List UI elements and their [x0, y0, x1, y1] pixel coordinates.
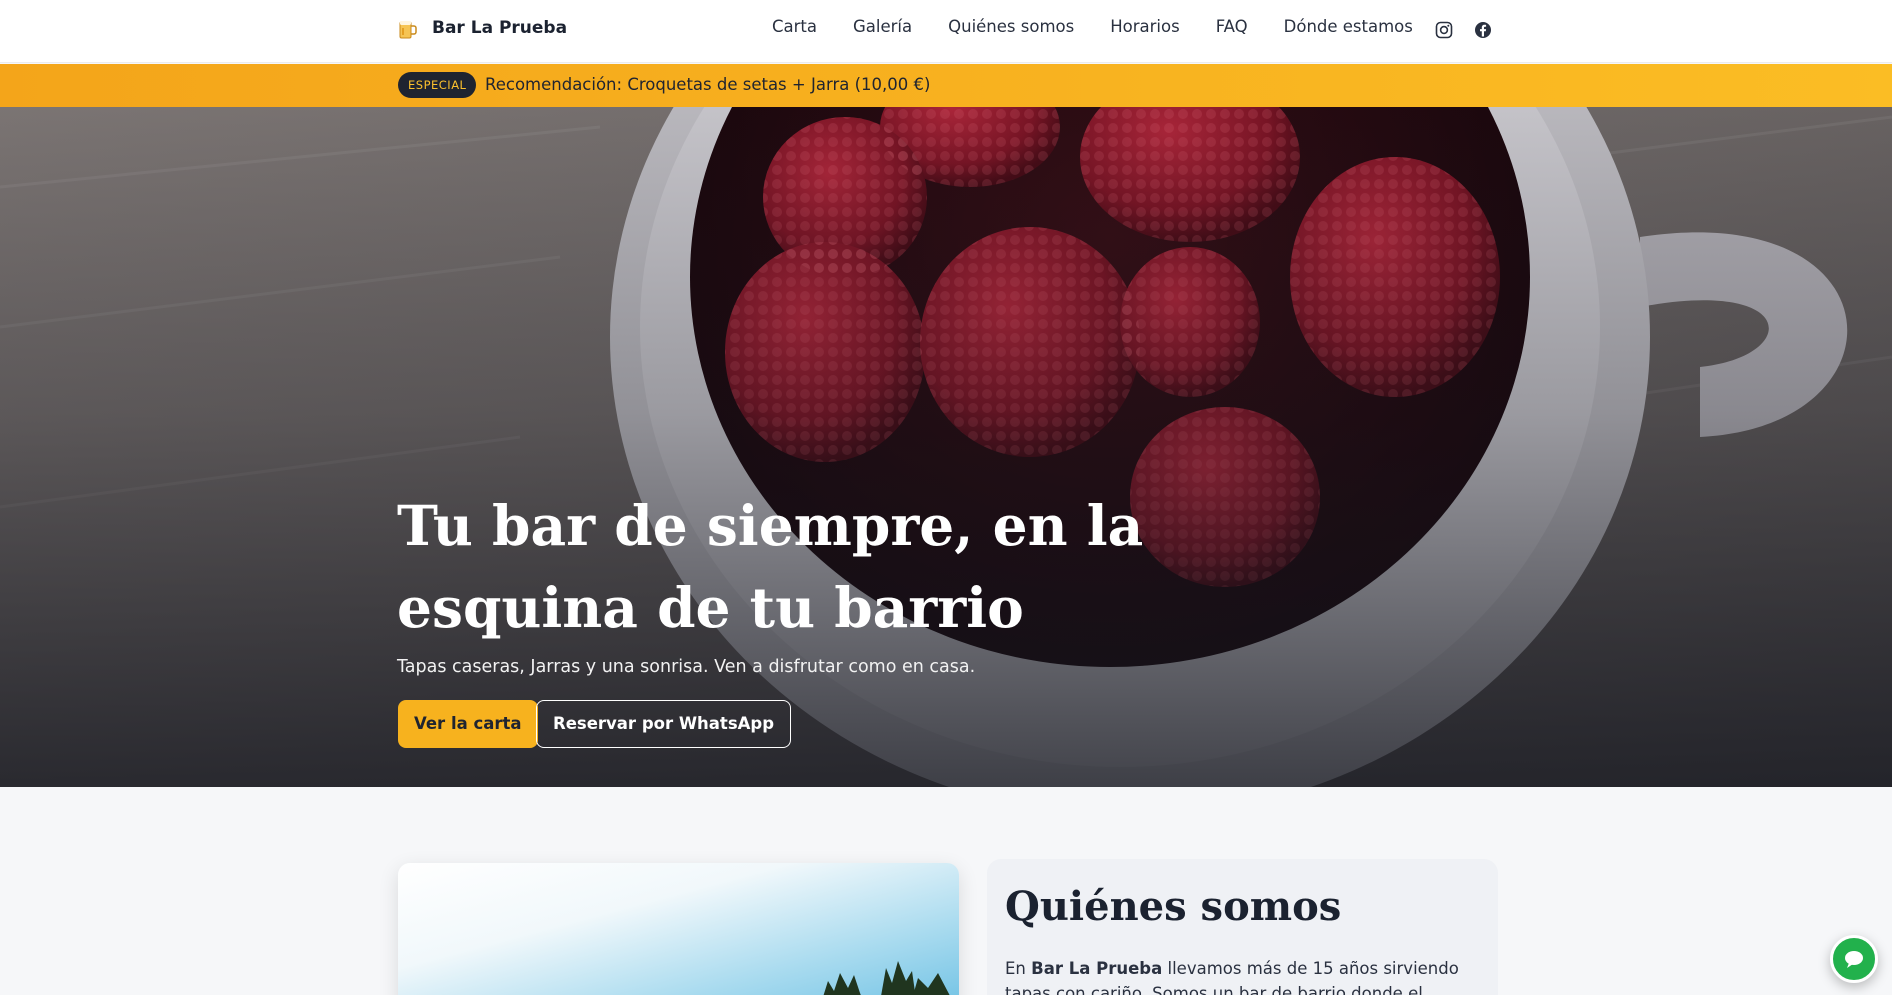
- hero-section: Tu bar de siempre, en la esquina de tu b…: [0, 107, 1892, 787]
- facebook-icon[interactable]: [1473, 20, 1493, 40]
- nav-link-donde-estamos[interactable]: Dónde estamos: [1284, 17, 1413, 36]
- promo-text: Recomendación: Croquetas de setas + Jarr…: [485, 75, 931, 94]
- brand[interactable]: Bar La Prueba: [398, 16, 567, 40]
- promo-bar: ESPECIAL Recomendación: Croquetas de set…: [0, 64, 1892, 107]
- ver-carta-button[interactable]: Ver la carta: [398, 700, 538, 748]
- reservar-whatsapp-button[interactable]: Reservar por WhatsApp: [536, 700, 792, 748]
- site-header: Bar La Prueba Carta Galería Quiénes somo…: [0, 0, 1892, 63]
- about-card: Quiénes somos En Bar La Prueba llevamos …: [987, 859, 1498, 995]
- about-title: Quiénes somos: [1005, 883, 1342, 930]
- chat-bubble-icon: [1845, 951, 1863, 968]
- nav-link-faq[interactable]: FAQ: [1216, 17, 1248, 36]
- nav-link-carta[interactable]: Carta: [772, 17, 817, 36]
- promo-badge: ESPECIAL: [398, 72, 477, 98]
- about-image: [398, 863, 959, 995]
- instagram-icon[interactable]: [1434, 20, 1454, 40]
- nav-link-quienes-somos[interactable]: Quiénes somos: [948, 17, 1074, 36]
- main-nav: Carta Galería Quiénes somos Horarios FAQ…: [772, 17, 1413, 36]
- hero-subtitle: Tapas caseras, Jarras y una sonrisa. Ven…: [397, 657, 976, 677]
- hero-title: Tu bar de siempre, en la esquina de tu b…: [397, 493, 1144, 640]
- brand-name: Bar La Prueba: [432, 18, 568, 38]
- landscape-photo: [398, 863, 959, 995]
- nav-link-horarios[interactable]: Horarios: [1110, 17, 1179, 36]
- nav-link-galeria[interactable]: Galería: [853, 17, 912, 36]
- hero-overlay: [0, 107, 1892, 787]
- about-text-prefix: En: [1005, 959, 1032, 978]
- beer-mug-icon: [398, 16, 420, 40]
- about-text: En Bar La Prueba llevamos más de 15 años…: [1005, 956, 1485, 995]
- whatsapp-chat-button[interactable]: [1830, 935, 1878, 983]
- about-brand: Bar La Prueba: [1031, 959, 1163, 978]
